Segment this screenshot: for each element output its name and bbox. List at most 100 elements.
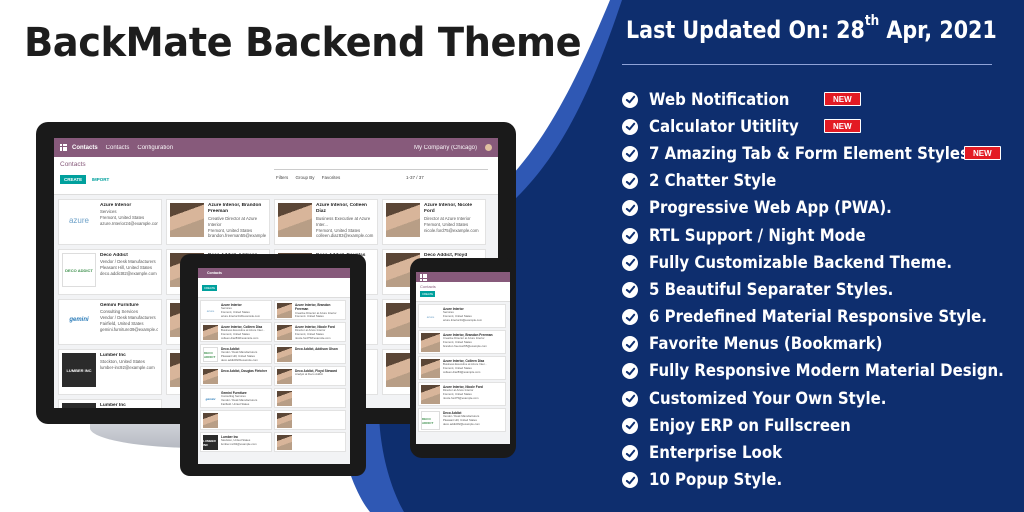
contact-detail: deco.addict82@example.com	[443, 421, 480, 426]
favorites-button[interactable]: Favorites	[322, 175, 341, 180]
contact-detail: azure.Interior24@example.com	[100, 221, 158, 227]
contact-card[interactable]: Azure Interior, Colleen Diaz Business Exe…	[200, 322, 272, 342]
feature-item: 2 Chatter Style	[622, 168, 1022, 195]
feature-item: 10 Popup Style.	[622, 467, 1022, 494]
contact-card[interactable]: DECO ADDICT Deco Addict Vendor / Desk Manu…	[58, 249, 162, 295]
app-topbar: Contacts Contacts Configuration My Compa…	[54, 138, 498, 157]
phone-kanban-view: azure Azure Interior Services Fremont, Unit…	[416, 302, 510, 434]
feature-item: Enjoy ERP on Fullscreen	[622, 412, 1022, 439]
contact-card[interactable]: Azure Interior, Colleen Diaz Business Exe…	[418, 356, 506, 380]
contact-card[interactable]	[274, 388, 346, 408]
app-name[interactable]: Contacts	[72, 145, 98, 151]
user-avatar[interactable]	[485, 144, 492, 151]
contact-card[interactable]: DECO ADDICT Deco Addict Vendor / Desk Manu…	[200, 344, 272, 364]
contact-detail: deco.addict82@example.com	[100, 271, 157, 277]
contact-info: Deco Addict Vendor / Desk Manufacturers Pl…	[221, 347, 258, 361]
check-circle-icon	[622, 472, 638, 489]
contact-photo	[203, 413, 218, 428]
contact-card[interactable]: Azure Interior, Brandon Freeman Creative …	[274, 300, 346, 320]
feature-item: Enterprise Look	[622, 439, 1022, 466]
phone-control-panel: Contacts CREATE	[416, 282, 510, 302]
contact-info: Azure Interior, Nicole Ford Director at A…	[295, 325, 335, 339]
contact-name: Deco Addict, Douglas Fletcher	[221, 369, 268, 373]
contact-card[interactable]: Deco Addict, Addison Olson	[274, 344, 346, 364]
contact-detail: lumber-inc92@example.com	[221, 442, 257, 447]
check-circle-icon	[622, 200, 638, 217]
contact-card[interactable]: Azure Interior, Nicole Ford Director at A…	[382, 199, 486, 245]
group-by-button[interactable]: Group By	[296, 175, 315, 180]
contact-info: Gemini Furniture Consulting Services Vendo…	[100, 303, 158, 341]
contact-info: Deco Addict Vendor / Desk Manufacturers Pl…	[443, 411, 480, 429]
check-circle-icon	[622, 91, 638, 108]
contact-card[interactable]: Azure Interior, Nicole Ford Director at A…	[418, 382, 506, 406]
filters-button[interactable]: Filters	[276, 175, 288, 180]
contact-card[interactable]: gemini Gemini Furniture Consulting Service…	[200, 388, 272, 408]
new-badge: NEW	[824, 119, 861, 134]
check-circle-icon	[622, 227, 638, 244]
contact-card[interactable]: LUMBER INCLumber IncStockton, United Sta…	[58, 349, 162, 395]
contact-card[interactable]: LUMBER INCLumber IncStockton, United Sta…	[58, 399, 162, 408]
contact-detail: nicole.ford75@example.com	[424, 227, 479, 233]
check-circle-icon	[622, 390, 638, 407]
menu-configuration[interactable]: Configuration	[137, 145, 173, 151]
contact-card[interactable]: azure Azure Interior Services Fremont, Unit…	[418, 304, 506, 328]
contact-card[interactable]	[200, 410, 272, 430]
contact-card[interactable]: Azure Interior, Brandon Freeman Creative …	[166, 199, 270, 245]
contact-photo	[277, 347, 292, 362]
feature-text: Customized Your Own Style.	[649, 388, 887, 409]
feature-item: Fully Responsive Modern Material Design.	[622, 358, 1022, 385]
contact-info: Deco Addict, Floyd StewardAnalyst at Dec…	[295, 369, 337, 383]
contact-card[interactable]: Azure Interior, Brandon Freeman Creative …	[418, 330, 506, 354]
contact-card[interactable]: azure Azure Interior Services Fremont, Unit…	[58, 199, 162, 245]
contact-card[interactable]: LUMBER INCLumber IncStockton, United Sta…	[200, 432, 272, 452]
check-circle-icon	[622, 173, 638, 190]
tablet-app-name[interactable]: Contacts	[207, 271, 222, 275]
contact-card[interactable]	[274, 410, 346, 430]
contact-name: Deco Addict, Addison Olson	[295, 347, 338, 351]
create-button[interactable]: CREATE	[60, 175, 87, 184]
tablet-topbar: Contacts	[198, 268, 350, 278]
contact-detail: Business Executive at Azure Inter...	[316, 215, 371, 227]
company-logo: gemini	[203, 391, 218, 406]
feature-text: Favorite Menus (Bookmark)	[649, 334, 883, 355]
menu-contacts[interactable]: Contacts	[106, 145, 130, 151]
contact-name: Lumber Inc	[100, 403, 126, 408]
contact-card[interactable]: gemini Gemini Furniture Consulting Service…	[58, 299, 162, 345]
contact-card[interactable]: azure Azure Interior Services Fremont, Unit…	[200, 300, 272, 320]
contact-detail: azure.Interior24@example.com	[443, 317, 483, 322]
feature-item: 7 Amazing Tab & Form Element Styles NEW	[622, 140, 1022, 167]
company-switcher[interactable]: My Company (Chicago)	[414, 145, 477, 151]
feature-text: Enterprise Look	[649, 443, 783, 464]
phone-create-button[interactable]: CREATE	[420, 291, 436, 297]
contact-detail: colleen.diaz83@example.com	[221, 335, 259, 339]
pager[interactable]: 1-37 / 37	[406, 175, 424, 180]
contact-detail: Analyst at Deco Addict	[295, 372, 323, 377]
contact-card[interactable]: DECO ADDICT Deco Addict Vendor / Desk Manu…	[418, 408, 506, 432]
import-button[interactable]: IMPORT	[88, 175, 114, 184]
check-circle-icon	[622, 145, 638, 162]
last-updated: Last Updated On: 28th Apr, 2021	[626, 13, 997, 44]
contact-info: Azure Interior, Brandon Freeman Creative …	[208, 203, 266, 241]
contact-photo	[277, 325, 292, 340]
company-logo: azure	[62, 203, 96, 237]
contact-card[interactable]: Azure Interior, Nicole Ford Director at A…	[274, 322, 346, 342]
contact-photo	[277, 413, 292, 428]
contact-photo	[277, 391, 292, 406]
tablet-create-button[interactable]: CREATE	[202, 285, 218, 291]
contact-card[interactable]: Deco Addict, Douglas Fletcher	[200, 366, 272, 386]
company-logo: azure	[203, 303, 218, 318]
phone-apps-grid-icon[interactable]	[420, 273, 427, 281]
contact-card[interactable]: Azure Interior, Colleen Diaz Business Exe…	[274, 199, 378, 245]
apps-grid-icon[interactable]	[60, 144, 67, 151]
search-input[interactable]	[274, 160, 488, 170]
contact-card[interactable]: Deco Addict, Floyd StewardAnalyst at Dec…	[274, 366, 346, 386]
tablet-kanban-view: azure Azure Interior Services Fremont, Unit…	[198, 298, 350, 454]
check-circle-icon	[622, 118, 638, 135]
contact-detail: Fairfield, United States	[221, 401, 250, 405]
contact-photo	[278, 203, 312, 237]
contact-photo	[386, 203, 420, 237]
contact-photo	[421, 385, 440, 404]
contact-card[interactable]	[274, 432, 346, 452]
feature-item: Fully Customizable Backend Theme.	[622, 249, 1022, 276]
contact-detail: colleen.diaz83@example.com	[443, 369, 481, 374]
